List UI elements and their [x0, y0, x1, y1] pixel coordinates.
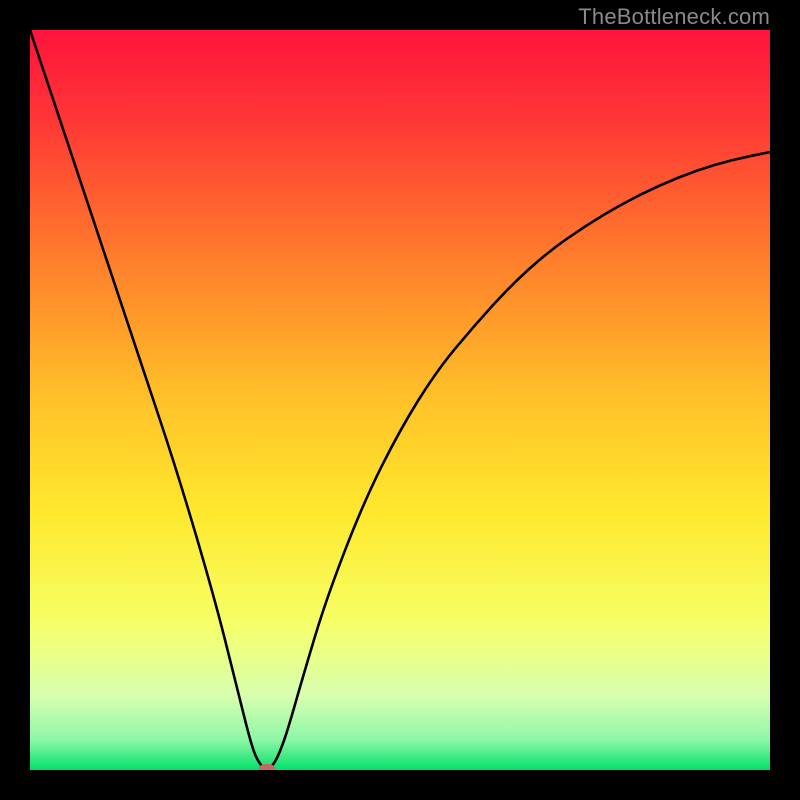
minimum-marker — [259, 764, 275, 770]
plot-area — [30, 30, 770, 770]
bottleneck-curve — [30, 30, 770, 770]
chart-frame: TheBottleneck.com — [0, 0, 800, 800]
watermark-text: TheBottleneck.com — [578, 4, 770, 30]
